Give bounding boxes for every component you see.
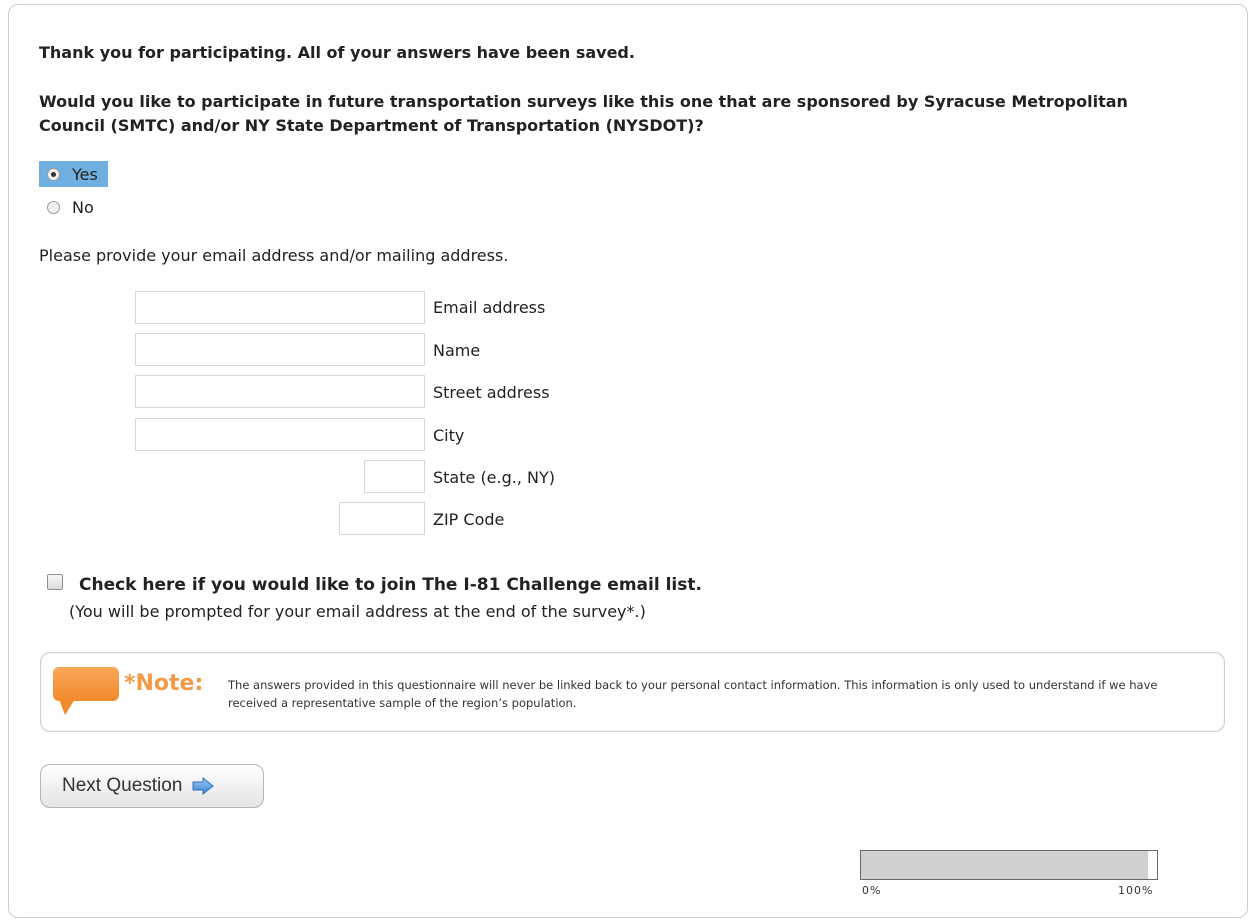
state-label: State (e.g., NY) xyxy=(433,468,556,487)
zip-label: ZIP Code xyxy=(433,510,505,529)
city-label: City xyxy=(433,426,465,445)
privacy-note: *Note: The answers provided in this ques… xyxy=(40,652,1225,732)
right-arrow-icon xyxy=(192,777,215,795)
city-field[interactable] xyxy=(135,418,425,451)
email-label: Email address xyxy=(433,298,546,317)
email-list-label[interactable]: Check here if you would like to join The… xyxy=(79,575,702,595)
progress-max-label: 100% xyxy=(1118,884,1154,897)
option-no[interactable]: No xyxy=(39,194,104,220)
email-field[interactable] xyxy=(135,291,425,324)
email-list-checkbox[interactable] xyxy=(47,574,63,590)
question-text: Would you like to participate in future … xyxy=(39,92,1128,135)
radio-yes[interactable] xyxy=(47,167,60,181)
note-title: *Note: xyxy=(124,671,204,696)
next-question-button[interactable]: Next Question xyxy=(40,764,264,808)
name-label: Name xyxy=(433,341,481,360)
progress-bar xyxy=(860,850,1158,880)
option-yes-label: Yes xyxy=(72,164,98,184)
progress-fill xyxy=(861,851,1149,879)
option-no-label: No xyxy=(72,197,94,217)
address-prompt: Please provide your email address and/or… xyxy=(39,246,509,265)
thank-you-message: Thank you for participating. All of your… xyxy=(39,43,635,62)
street-address-label: Street address xyxy=(433,383,550,402)
radio-no[interactable] xyxy=(47,200,60,214)
state-field[interactable] xyxy=(364,460,425,493)
street-address-field[interactable] xyxy=(135,375,425,408)
zip-field[interactable] xyxy=(339,502,425,535)
next-question-label: Next Question xyxy=(62,775,183,796)
note-text: The answers provided in this questionnai… xyxy=(228,678,1158,710)
progress-min-label: 0% xyxy=(862,884,882,897)
option-yes[interactable]: Yes xyxy=(39,161,108,187)
name-field[interactable] xyxy=(135,333,425,366)
email-list-sublabel: (You will be prompted for your email add… xyxy=(69,602,646,621)
